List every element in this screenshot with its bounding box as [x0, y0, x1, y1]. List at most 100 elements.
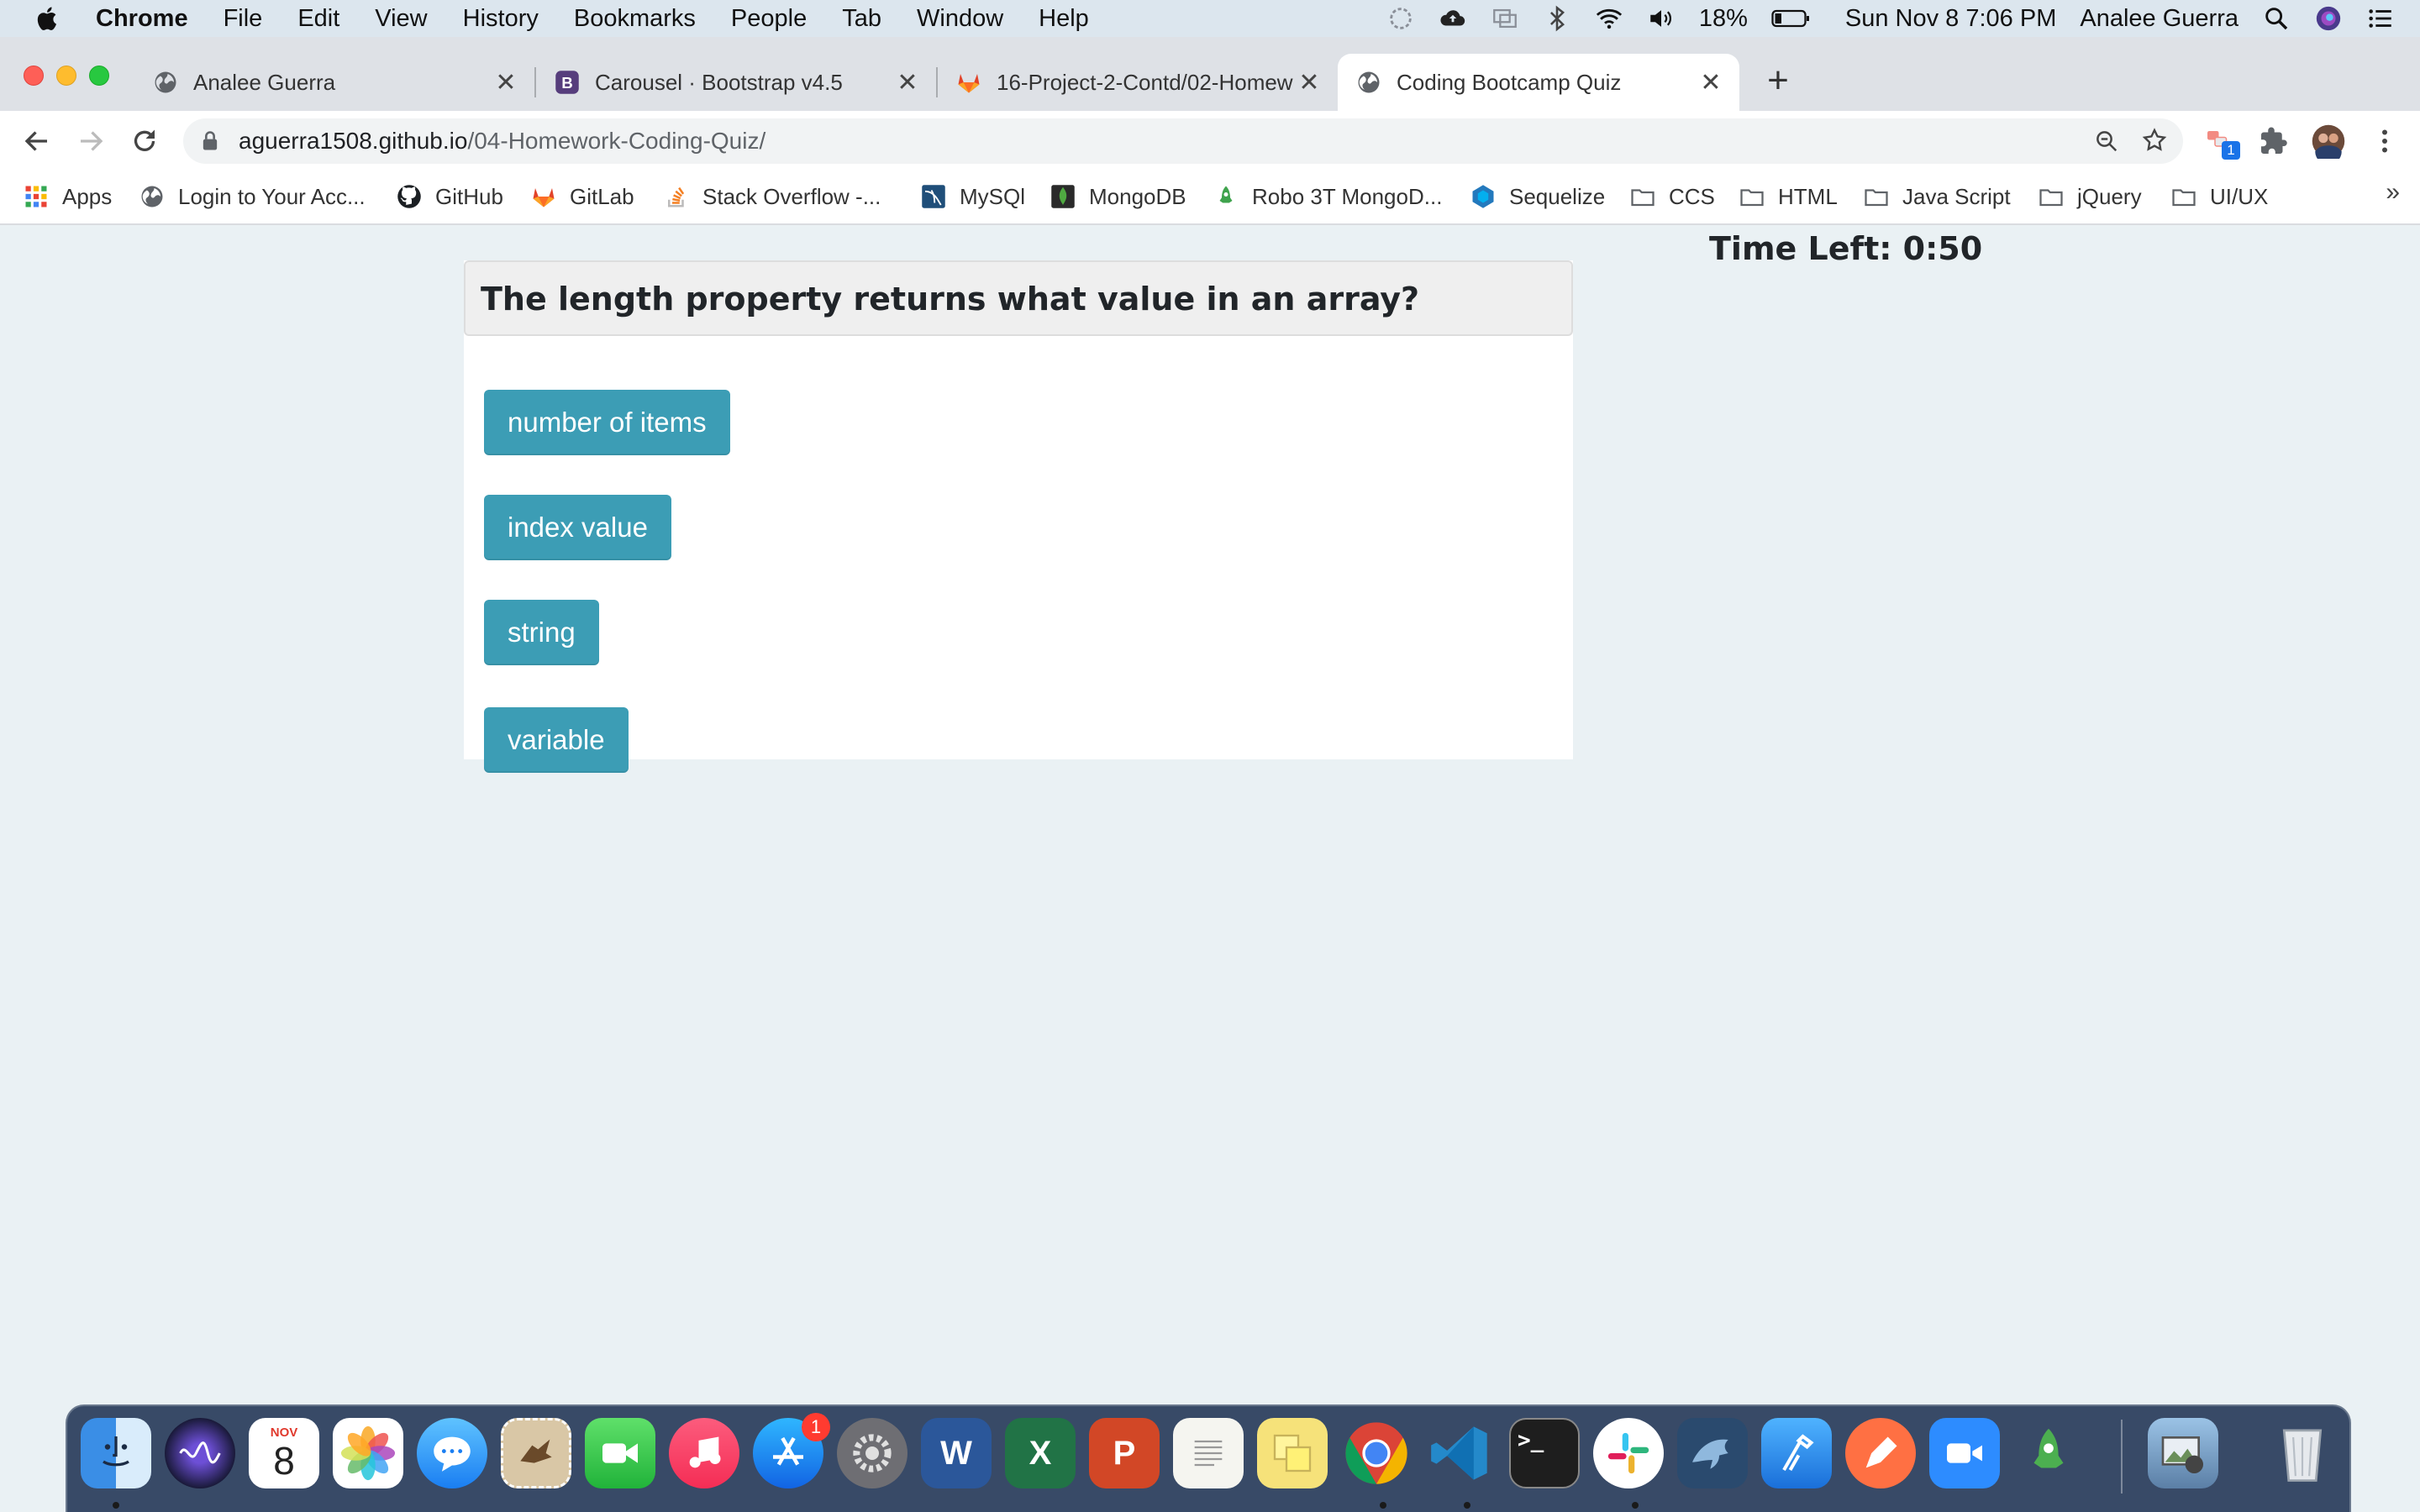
bookmark-folder-ccs[interactable]: CCS: [1630, 180, 1715, 213]
menu-app-name[interactable]: Chrome: [96, 5, 188, 33]
finder-icon[interactable]: [81, 1418, 151, 1488]
menu-people[interactable]: People: [731, 5, 807, 33]
pen-app-icon[interactable]: [1845, 1418, 1916, 1488]
tab-analee-guerra[interactable]: Analee Guerra ✕: [134, 54, 534, 111]
cloud-upload-icon[interactable]: [1439, 4, 1467, 33]
bookmark-robo3t[interactable]: Robo 3T MongoD...: [1213, 180, 1442, 213]
photos-icon[interactable]: [333, 1418, 403, 1488]
menu-bookmarks[interactable]: Bookmarks: [574, 5, 696, 33]
reload-icon[interactable]: [129, 126, 160, 156]
calendar-icon[interactable]: NOV 8: [249, 1418, 319, 1488]
textedit-icon[interactable]: [1173, 1418, 1244, 1488]
wifi-icon[interactable]: [1595, 4, 1623, 33]
excel-icon[interactable]: X: [1005, 1418, 1076, 1488]
forward-arrow-icon[interactable]: [76, 126, 106, 156]
zoom-icon[interactable]: [1929, 1418, 2000, 1488]
trash-icon[interactable]: [2267, 1418, 2338, 1488]
mysql-icon: [922, 185, 945, 208]
bookmark-folder-javascript[interactable]: Java Script: [1864, 180, 2011, 213]
screen-mirroring-icon[interactable]: [1491, 4, 1519, 33]
menu-edit[interactable]: Edit: [297, 5, 339, 33]
menubar-status-area: 18% Sun Nov 8 7:06 PM Analee Guerra: [1386, 0, 2395, 37]
extension-icon[interactable]: 1: [2205, 126, 2240, 160]
siri-icon[interactable]: [2314, 4, 2343, 33]
bookmark-mysql[interactable]: MySQl: [921, 180, 1025, 213]
bookmark-folder-html[interactable]: HTML: [1739, 180, 1838, 213]
mysql-workbench-icon[interactable]: [1677, 1418, 1748, 1488]
image-capture-icon[interactable]: [2148, 1418, 2218, 1488]
bookmark-folder-jquery[interactable]: jQuery: [2039, 180, 2142, 213]
bookmark-label: Apps: [62, 183, 113, 209]
tab-close-icon[interactable]: ✕: [1699, 69, 1723, 97]
zoom-out-icon[interactable]: [2094, 129, 2119, 154]
url-text[interactable]: aguerra1508.github.io/04-Homework-Coding…: [239, 118, 765, 164]
lock-icon[interactable]: [198, 129, 222, 153]
menu-window[interactable]: Window: [917, 5, 1003, 33]
menu-history[interactable]: History: [463, 5, 539, 33]
system-preferences-icon[interactable]: [837, 1418, 908, 1488]
profile-avatar[interactable]: [2311, 123, 2346, 159]
menu-file[interactable]: File: [224, 5, 263, 33]
powerpoint-icon[interactable]: P: [1089, 1418, 1160, 1488]
siri-icon[interactable]: [165, 1418, 235, 1488]
extensions-puzzle-icon[interactable]: [2259, 126, 2289, 156]
xcode-icon[interactable]: [1761, 1418, 1832, 1488]
bookmark-star-icon[interactable]: [2141, 127, 2168, 154]
answer-button-variable[interactable]: variable: [484, 707, 629, 773]
window-fullscreen-button[interactable]: [89, 66, 109, 86]
do-not-disturb-icon[interactable]: [1386, 4, 1415, 33]
tab-coding-bootcamp-quiz[interactable]: Coding Bootcamp Quiz ✕: [1338, 54, 1739, 111]
new-tab-button[interactable]: +: [1760, 62, 1797, 101]
bookmark-mongodb[interactable]: MongoDB: [1050, 180, 1186, 213]
answer-button-number-of-items[interactable]: number of items: [484, 390, 730, 455]
word-icon[interactable]: W: [921, 1418, 992, 1488]
menu-tab[interactable]: Tab: [842, 5, 881, 33]
app-store-icon[interactable]: 1: [753, 1413, 830, 1488]
notification-center-icon[interactable]: [2366, 4, 2395, 33]
eagle-icon: [520, 1439, 552, 1463]
tab-close-icon[interactable]: ✕: [1297, 69, 1321, 97]
tab-title: Carousel · Bootstrap v4.5: [595, 69, 843, 95]
bookmark-stackoverflow[interactable]: Stack Overflow -...: [664, 180, 881, 213]
tab-close-icon[interactable]: ✕: [896, 69, 919, 97]
tab-bootstrap-carousel[interactable]: B Carousel · Bootstrap v4.5 ✕: [536, 54, 936, 111]
stickies-icon[interactable]: [1257, 1418, 1328, 1488]
chrome-icon[interactable]: [1341, 1418, 1412, 1488]
address-bar[interactable]: aguerra1508.github.io/04-Homework-Coding…: [183, 118, 2183, 164]
bookmark-login[interactable]: Login to Your Acc...: [139, 180, 366, 213]
spotlight-search-icon[interactable]: [2262, 4, 2291, 33]
vscode-icon[interactable]: [1425, 1418, 1496, 1488]
bookmark-gitlab[interactable]: GitLab: [531, 180, 634, 213]
battery-icon[interactable]: [1771, 4, 1812, 33]
menubar-clock[interactable]: Sun Nov 8 7:06 PM: [1845, 5, 2056, 33]
bookmark-github[interactable]: GitHub: [397, 180, 503, 213]
window-minimize-button[interactable]: [56, 66, 76, 86]
menu-help[interactable]: Help: [1039, 5, 1089, 33]
volume-icon[interactable]: [1647, 4, 1676, 33]
bluetooth-icon[interactable]: [1543, 4, 1571, 33]
mail-stamp-icon[interactable]: [501, 1418, 571, 1488]
menubar-user[interactable]: Analee Guerra: [2080, 5, 2238, 33]
svg-text:B: B: [561, 74, 573, 92]
bookmarks-overflow-button[interactable]: »: [2386, 178, 2400, 207]
folder-icon: [2172, 189, 2196, 207]
tab-close-icon[interactable]: ✕: [494, 69, 518, 97]
robo3t-dock-icon[interactable]: [2013, 1418, 2084, 1488]
slack-icon[interactable]: [1593, 1418, 1664, 1488]
messages-icon[interactable]: [417, 1418, 487, 1488]
music-icon[interactable]: [669, 1418, 739, 1488]
answer-button-index-value[interactable]: index value: [484, 495, 671, 560]
apple-logo-icon[interactable]: [34, 4, 62, 33]
bookmark-sequelize[interactable]: Sequelize: [1470, 180, 1605, 213]
hammer-icon: [1782, 1434, 1814, 1471]
back-arrow-icon[interactable]: [22, 126, 52, 156]
window-close-button[interactable]: [24, 66, 44, 86]
menu-view[interactable]: View: [375, 5, 427, 33]
facetime-icon[interactable]: [585, 1418, 655, 1488]
bookmark-folder-uiux[interactable]: UI/UX: [2171, 180, 2268, 213]
answer-button-string[interactable]: string: [484, 600, 599, 665]
terminal-icon[interactable]: >_: [1509, 1418, 1580, 1488]
bookmark-apps[interactable]: Apps: [24, 180, 112, 213]
chrome-menu-icon[interactable]: [2370, 126, 2400, 156]
tab-gitlab-project[interactable]: 16-Project-2-Contd/02-Homew ✕: [938, 54, 1338, 111]
